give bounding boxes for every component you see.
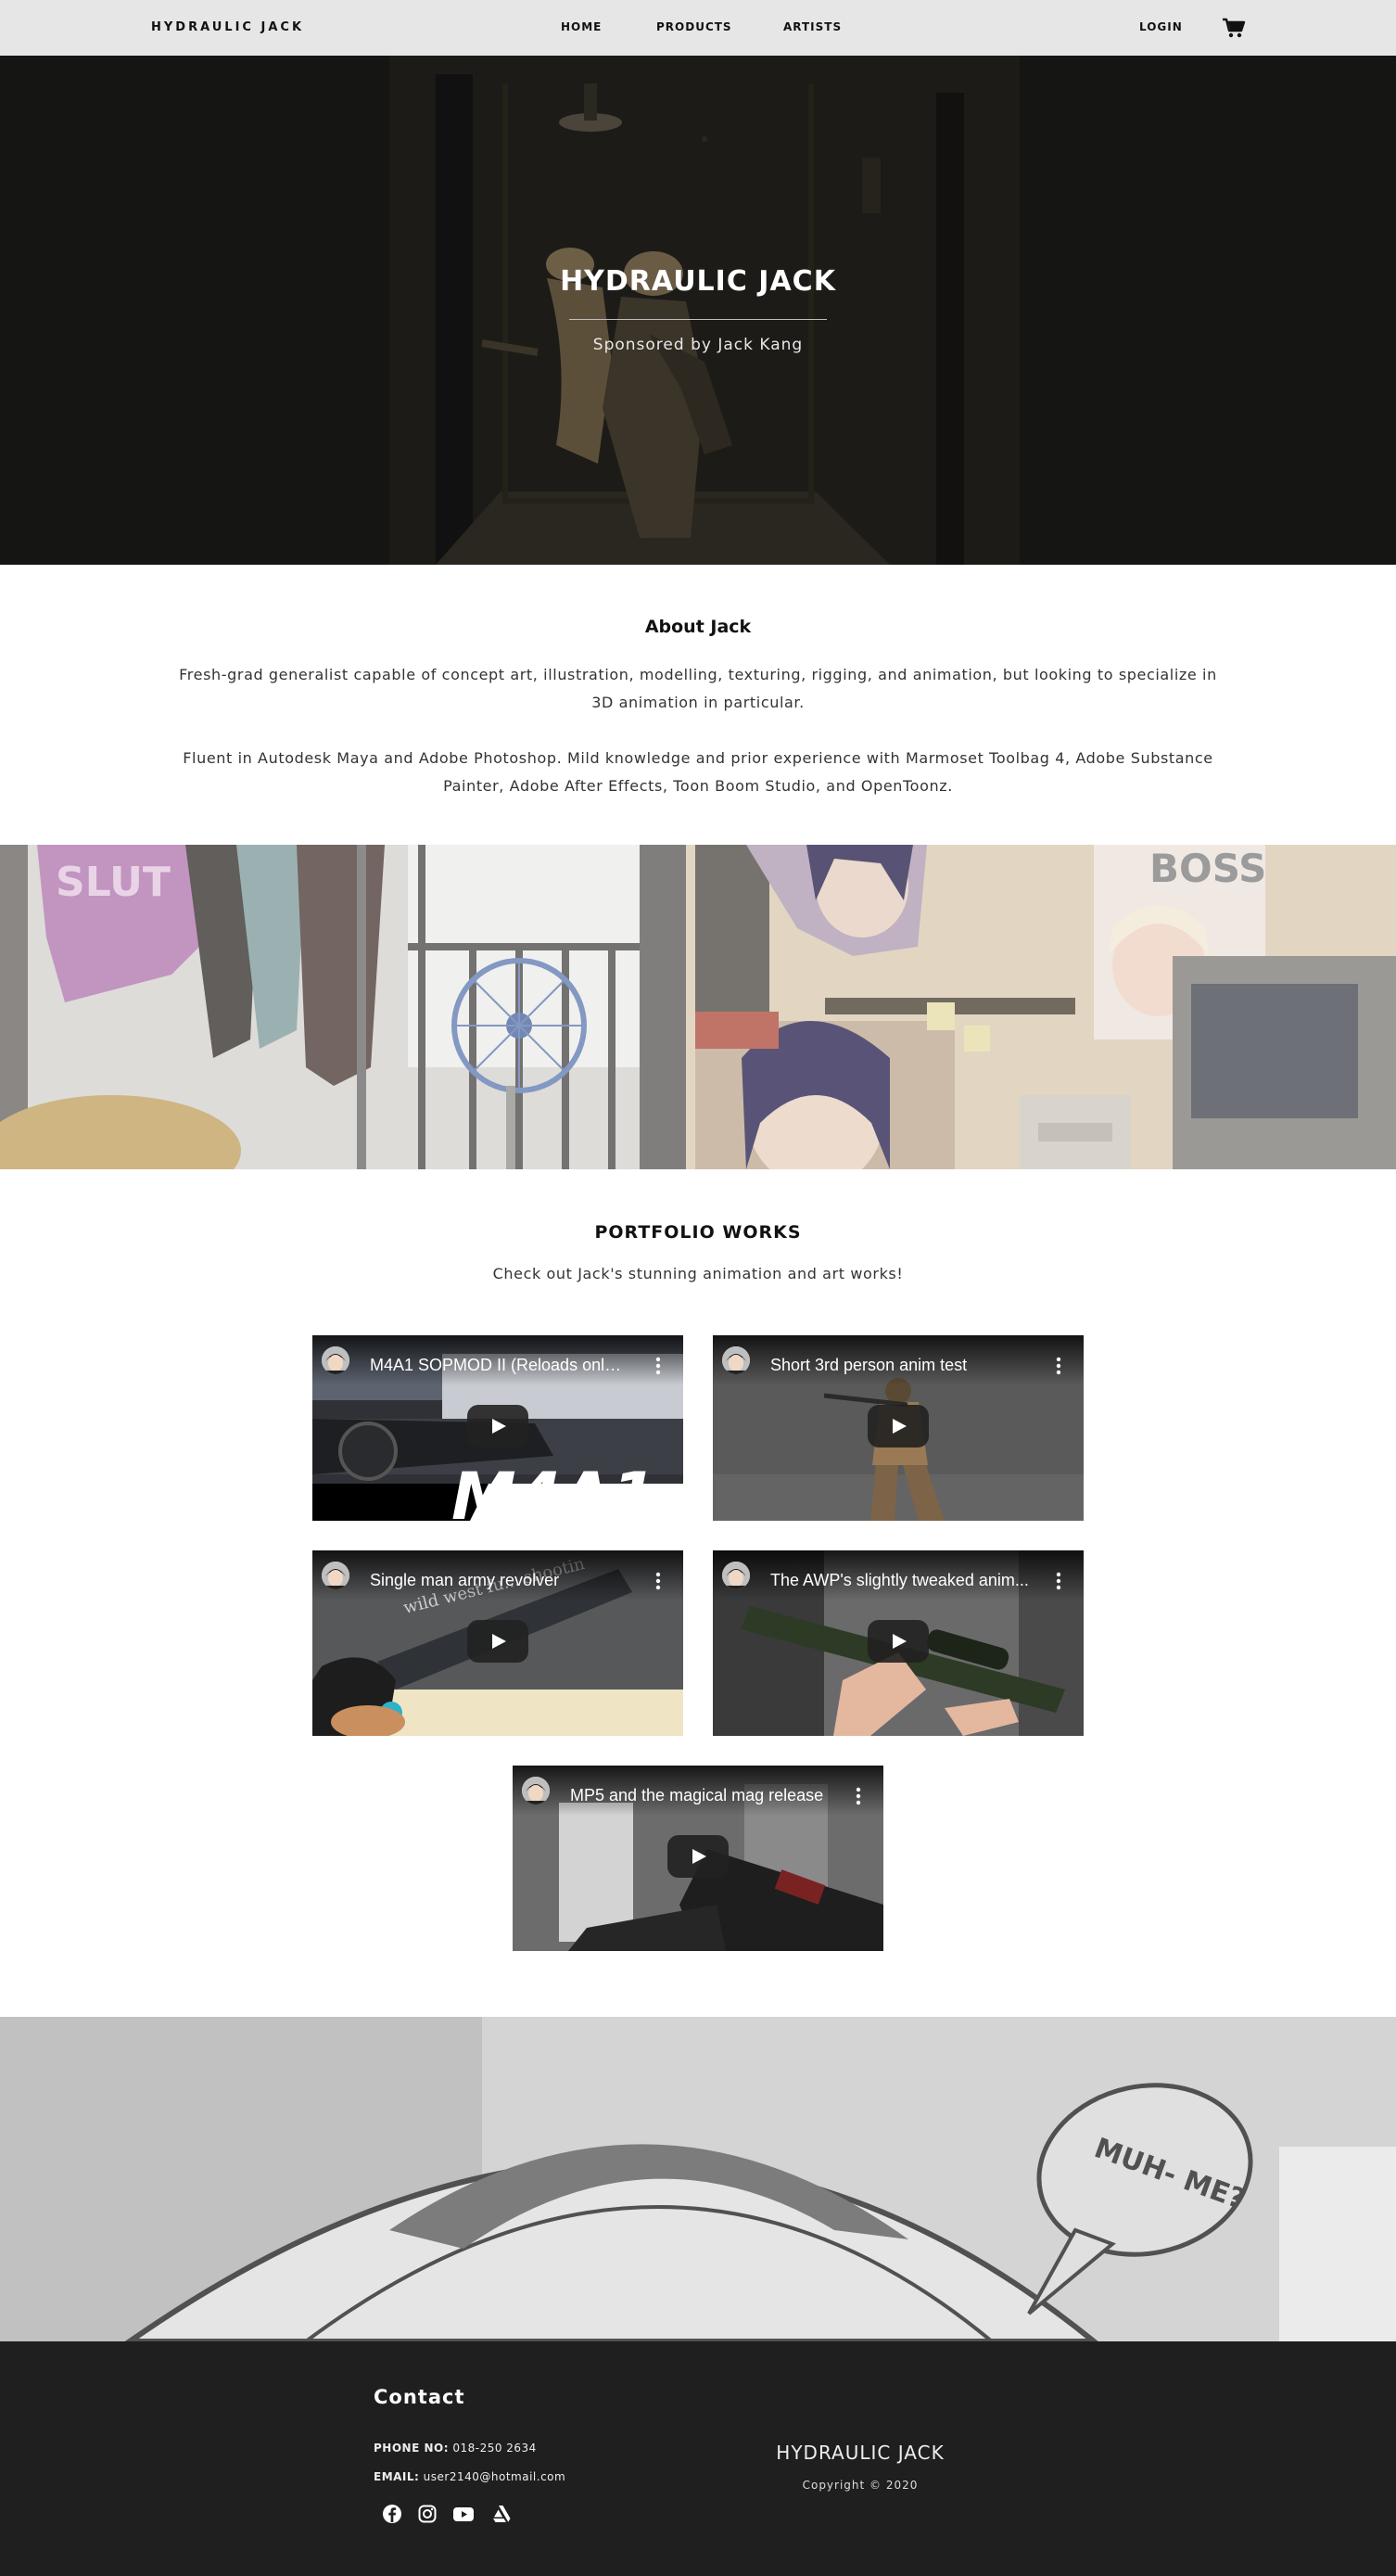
channel-avatar[interactable]	[322, 1562, 349, 1589]
footer-brand: HYDRAULIC JACK	[776, 2442, 945, 2464]
footer-phone: PHONE NO: 018-250 2634	[374, 2442, 537, 2455]
about-paragraph-1: Fresh-grad generalist capable of concept…	[179, 666, 1217, 711]
shopping-cart-icon[interactable]	[1222, 17, 1246, 39]
about-paragraph-2: Fluent in Autodesk Maya and Adobe Photos…	[183, 749, 1213, 795]
more-options-icon[interactable]	[652, 1356, 665, 1376]
channel-avatar[interactable]	[722, 1562, 750, 1589]
email-address[interactable]: user2140@hotmail.com	[424, 2470, 566, 2483]
video-embed[interactable]: M4A1 M4A1 SOPMOD II (Reloads only ...	[312, 1335, 683, 1521]
hero-divider	[569, 319, 827, 320]
facebook-icon[interactable]	[382, 2504, 402, 2524]
nav-login-link[interactable]: LOGIN	[1139, 20, 1183, 33]
video-embed[interactable]: Short 3rd person anim test	[713, 1335, 1084, 1521]
video-embed[interactable]: MP5 and the magical mag release	[513, 1766, 883, 1951]
video-embed[interactable]: wild west fu... shootin Single man army …	[312, 1550, 683, 1736]
play-icon	[893, 1634, 907, 1649]
nav-link-products[interactable]: PRODUCTS	[656, 20, 732, 33]
nav-link-artists[interactable]: ARTISTS	[783, 20, 842, 33]
footer-copyright: Copyright © 2020	[802, 2479, 919, 2492]
play-button[interactable]	[868, 1620, 929, 1663]
nav-brand[interactable]: HYDRAULIC JACK	[151, 20, 304, 34]
play-icon	[492, 1634, 506, 1649]
comic-banner-image: MUH- ME?	[0, 2017, 1396, 2341]
channel-avatar[interactable]	[522, 1777, 550, 1804]
nav-link-home[interactable]: HOME	[561, 20, 602, 33]
artstation-icon[interactable]	[491, 2504, 512, 2524]
about-title: About Jack	[644, 617, 752, 637]
video-overlay-text: M4A1	[451, 1459, 656, 1521]
comic-banner: MUH- ME?	[0, 2017, 1396, 2341]
channel-avatar[interactable]	[322, 1346, 349, 1374]
portfolio-subtitle: Check out Jack's stunning animation and …	[492, 1265, 904, 1282]
more-options-icon[interactable]	[1052, 1356, 1065, 1376]
footer-contact-title: Contact	[374, 2386, 465, 2408]
more-options-icon[interactable]	[652, 1571, 665, 1591]
footer: Contact PHONE NO: 018-250 2634 EMAIL: us…	[0, 2341, 1396, 2576]
play-button[interactable]	[667, 1835, 729, 1878]
hero-section: HYDRAULIC JACK Sponsored by Jack Kang	[0, 56, 1396, 565]
phone-label: PHONE NO:	[374, 2442, 449, 2455]
footer-email: EMAIL: user2140@hotmail.com	[374, 2470, 565, 2483]
play-button[interactable]	[467, 1620, 528, 1663]
play-icon	[893, 1419, 907, 1434]
illustration-banner: SLUT BOSS	[0, 845, 1396, 1169]
video-title[interactable]: MP5 and the magical mag release	[570, 1786, 830, 1805]
email-label: EMAIL:	[374, 2470, 420, 2483]
portfolio-title: PORTFOLIO WORKS	[594, 1222, 802, 1243]
youtube-icon[interactable]	[452, 2504, 475, 2524]
channel-avatar[interactable]	[722, 1346, 750, 1374]
play-icon	[692, 1849, 706, 1864]
play-button[interactable]	[868, 1405, 929, 1447]
illustration-banner-image: SLUT BOSS	[0, 845, 1396, 1169]
video-title[interactable]: The AWP's slightly tweaked anim...	[770, 1571, 1030, 1590]
phone-number: 018-250 2634	[452, 2442, 537, 2455]
video-title[interactable]: M4A1 SOPMOD II (Reloads only ...	[370, 1356, 629, 1375]
navbar: HYDRAULIC JACK HOME PRODUCTS ARTISTS LOG…	[0, 0, 1396, 56]
hero-subtitle: Sponsored by Jack Kang	[592, 336, 804, 354]
video-title[interactable]: Single man army revolver	[370, 1571, 629, 1590]
play-icon	[492, 1419, 506, 1434]
hero-background-image	[0, 56, 1396, 565]
play-button[interactable]	[467, 1405, 528, 1447]
instagram-icon[interactable]	[417, 2504, 438, 2524]
video-embed[interactable]: The AWP's slightly tweaked anim...	[713, 1550, 1084, 1736]
video-title[interactable]: Short 3rd person anim test	[770, 1356, 1030, 1375]
hero-title: HYDRAULIC JACK	[560, 265, 836, 298]
more-options-icon[interactable]	[1052, 1571, 1065, 1591]
more-options-icon[interactable]	[852, 1786, 865, 1806]
